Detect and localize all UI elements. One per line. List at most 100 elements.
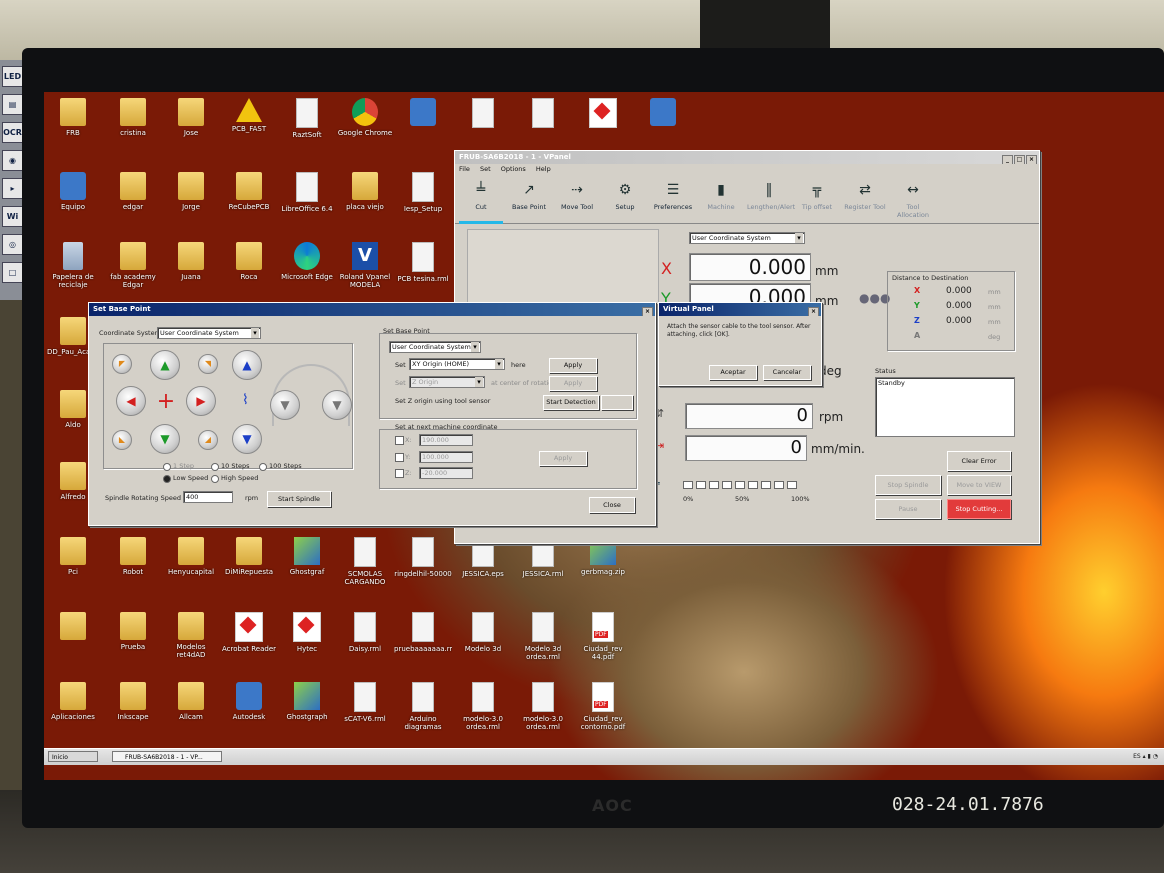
desktop-icon[interactable]: modelo-3.0 ordea.rml <box>514 682 572 754</box>
desktop-icon[interactable]: DiMiRepuesta <box>220 537 278 609</box>
desktop-icon[interactable]: Acrobat Reader <box>220 612 278 684</box>
detection-extra-button[interactable] <box>601 395 633 410</box>
toolbar-button-move-tool[interactable]: ⇢ Move Tool <box>555 177 599 221</box>
jog-diag-down-left[interactable]: ◣ <box>112 430 132 450</box>
taskbar-item-vpanel[interactable]: FRUB-SA6B2018 - 1 - VP... <box>112 751 222 762</box>
desktop-icon[interactable]: modelo-3.0 ordea.rml <box>454 682 512 754</box>
desktop-icon[interactable]: Pci <box>44 537 102 609</box>
low-speed-radio[interactable] <box>163 475 171 483</box>
desktop-icon[interactable] <box>394 98 452 170</box>
desktop-icon[interactable]: Aplicaciones <box>44 682 102 754</box>
toolbar-button-tip-offset[interactable]: ╦ Tip offset <box>795 177 839 221</box>
desktop-icon[interactable]: ReCubePCB <box>220 172 278 244</box>
jog-z-minus[interactable]: ▼ <box>232 424 262 454</box>
stop-cutting-button[interactable]: Stop Cutting... <box>947 499 1011 519</box>
desktop-icon[interactable]: JESSICA.rml <box>514 537 572 609</box>
vpanel-titlebar[interactable]: FRUB-SA6B2018 - 1 - VPanel _ □ × <box>455 151 1039 164</box>
minimize-icon[interactable]: _ <box>1002 155 1013 164</box>
stop-spindle-button[interactable]: Stop Spindle <box>875 475 941 495</box>
step-100-radio[interactable] <box>259 463 267 471</box>
set-base-point-titlebar[interactable]: Set Base Point × <box>89 303 655 316</box>
jog-x-minus[interactable]: ◀ <box>116 386 146 416</box>
coordinate-system-select[interactable]: User Coordinate System <box>689 232 805 244</box>
dialog-ok-button[interactable]: Aceptar <box>709 365 757 380</box>
toolbar-button-machine[interactable]: ▮ Machine <box>699 177 743 221</box>
desktop-icon[interactable]: Equipo <box>44 172 102 244</box>
desktop-icon[interactable]: Henyucapital <box>162 537 220 609</box>
toolbar-button-setup[interactable]: ⚙ Setup <box>603 177 647 221</box>
desktop-icon[interactable]: Hytec <box>278 612 336 684</box>
desktop-icon[interactable]: Jose <box>162 98 220 170</box>
menu-file[interactable]: File <box>459 165 470 173</box>
desktop-icon[interactable]: RaztSoft <box>278 98 336 170</box>
xy-origin-select[interactable]: XY Origin (HOME) <box>409 358 505 370</box>
desktop-icon[interactable]: placa viejo <box>336 172 394 244</box>
high-speed-radio[interactable] <box>211 475 219 483</box>
move-to-view-button[interactable]: Move to VIEW <box>947 475 1011 495</box>
desktop-icon[interactable]: Ghostgraf <box>278 537 336 609</box>
dialog-cancel-button[interactable]: Cancelar <box>763 365 811 380</box>
toolbar-button-tool-allocation[interactable]: ↔ Tool Allocation <box>891 177 935 221</box>
coord-system-select-2[interactable]: User Coordinate System <box>389 341 481 353</box>
desktop-icon[interactable]: edgar <box>104 172 162 244</box>
desktop-icon[interactable]: JESSICA.eps <box>454 537 512 609</box>
desktop-icon[interactable]: Ciudad_rev 44.pdf <box>574 612 632 684</box>
step-10-radio[interactable] <box>211 463 219 471</box>
desktop-icon[interactable]: Inkscape <box>104 682 162 754</box>
desktop-icon[interactable]: Allcam <box>162 682 220 754</box>
toolbar-button-base-point[interactable]: ↗ Base Point <box>507 177 551 221</box>
clear-error-button[interactable]: Clear Error <box>947 451 1011 471</box>
pause-button[interactable]: Pause <box>875 499 941 519</box>
desktop-icon[interactable]: Google Chrome <box>336 98 394 170</box>
close-icon[interactable]: × <box>808 307 819 316</box>
start-spindle-button[interactable]: Start Spindle <box>267 491 331 507</box>
desktop-icon[interactable]: pruebaaaaaaa.rml <box>394 612 452 684</box>
y-coord-input[interactable]: 100.000 <box>419 451 473 463</box>
jog-diag-up-right[interactable]: ◥ <box>198 354 218 374</box>
start-detection-button[interactable]: Start Detection <box>543 395 599 410</box>
toolbar-button-cut[interactable]: ╧ Cut <box>459 177 503 224</box>
desktop-icon[interactable]: LibreOffice 6.4 <box>278 172 336 244</box>
toolbar-button-preferences[interactable]: ☰ Preferences <box>651 177 695 221</box>
desktop-icon[interactable]: FRB <box>44 98 102 170</box>
desktop-icon[interactable]: Iesp_Setup <box>394 172 452 244</box>
z-coord-input[interactable]: -20.000 <box>419 467 473 479</box>
jog-diag-down-right[interactable]: ◢ <box>198 430 218 450</box>
dialog-titlebar[interactable]: Virtual Panel × <box>659 303 821 316</box>
jog-z-plus[interactable]: ▲ <box>232 350 262 380</box>
desktop-icon[interactable]: Ciudad_rev contorno.pdf <box>574 682 632 754</box>
jog-diag-up-left[interactable]: ◤ <box>112 354 132 374</box>
start-button[interactable]: Inicio <box>48 751 98 762</box>
desktop-icon[interactable]: Modelo 3d ordea.rml <box>514 612 572 684</box>
maximize-icon[interactable]: □ <box>1014 155 1025 164</box>
desktop-icon[interactable]: Daisy.rml <box>336 612 394 684</box>
desktop-icon[interactable]: Modelos ret4dAD <box>162 612 220 684</box>
toolbar-button-lengthen-alert[interactable]: ‖ Lengthen/Alert <box>747 177 795 221</box>
desktop-icon[interactable]: Arduino diagramas <box>394 682 452 754</box>
jog-a-plus[interactable]: ▼ <box>322 390 352 420</box>
spindle-speed-input[interactable]: 400 <box>183 491 233 503</box>
coord-system-select[interactable]: User Coordinate System <box>157 327 261 339</box>
desktop-icon[interactable] <box>44 612 102 684</box>
desktop-icon[interactable]: Ghostgraph <box>278 682 336 754</box>
jog-x-plus[interactable]: ▶ <box>186 386 216 416</box>
desktop-icon[interactable]: cristina <box>104 98 162 170</box>
apply-coordinate-button[interactable]: Apply <box>539 451 587 466</box>
toolbar-button-register-tool[interactable]: ⇄ Register Tool <box>843 177 887 221</box>
desktop-icon[interactable]: SCMOLAS CARGANDO <box>336 537 394 609</box>
step-1-radio[interactable] <box>163 463 171 471</box>
more-dots-icon[interactable]: ●●● <box>859 291 890 305</box>
z-origin-select[interactable]: Z Origin <box>409 376 485 388</box>
close-icon[interactable]: × <box>1026 155 1037 164</box>
desktop-icon[interactable]: Robot <box>104 537 162 609</box>
jog-y-minus[interactable]: ▼ <box>150 424 180 454</box>
desktop-icon[interactable]: Modelo 3d <box>454 612 512 684</box>
menu-set[interactable]: Set <box>480 165 491 173</box>
menu-options[interactable]: Options <box>501 165 526 173</box>
x-coord-input[interactable]: 190.000 <box>419 434 473 446</box>
jog-y-plus[interactable]: ▲ <box>150 350 180 380</box>
menu-help[interactable]: Help <box>536 165 551 173</box>
desktop-icon[interactable]: Autodesk <box>220 682 278 754</box>
apply-z-button[interactable]: Apply <box>549 376 597 391</box>
x-checkbox[interactable] <box>395 436 404 445</box>
